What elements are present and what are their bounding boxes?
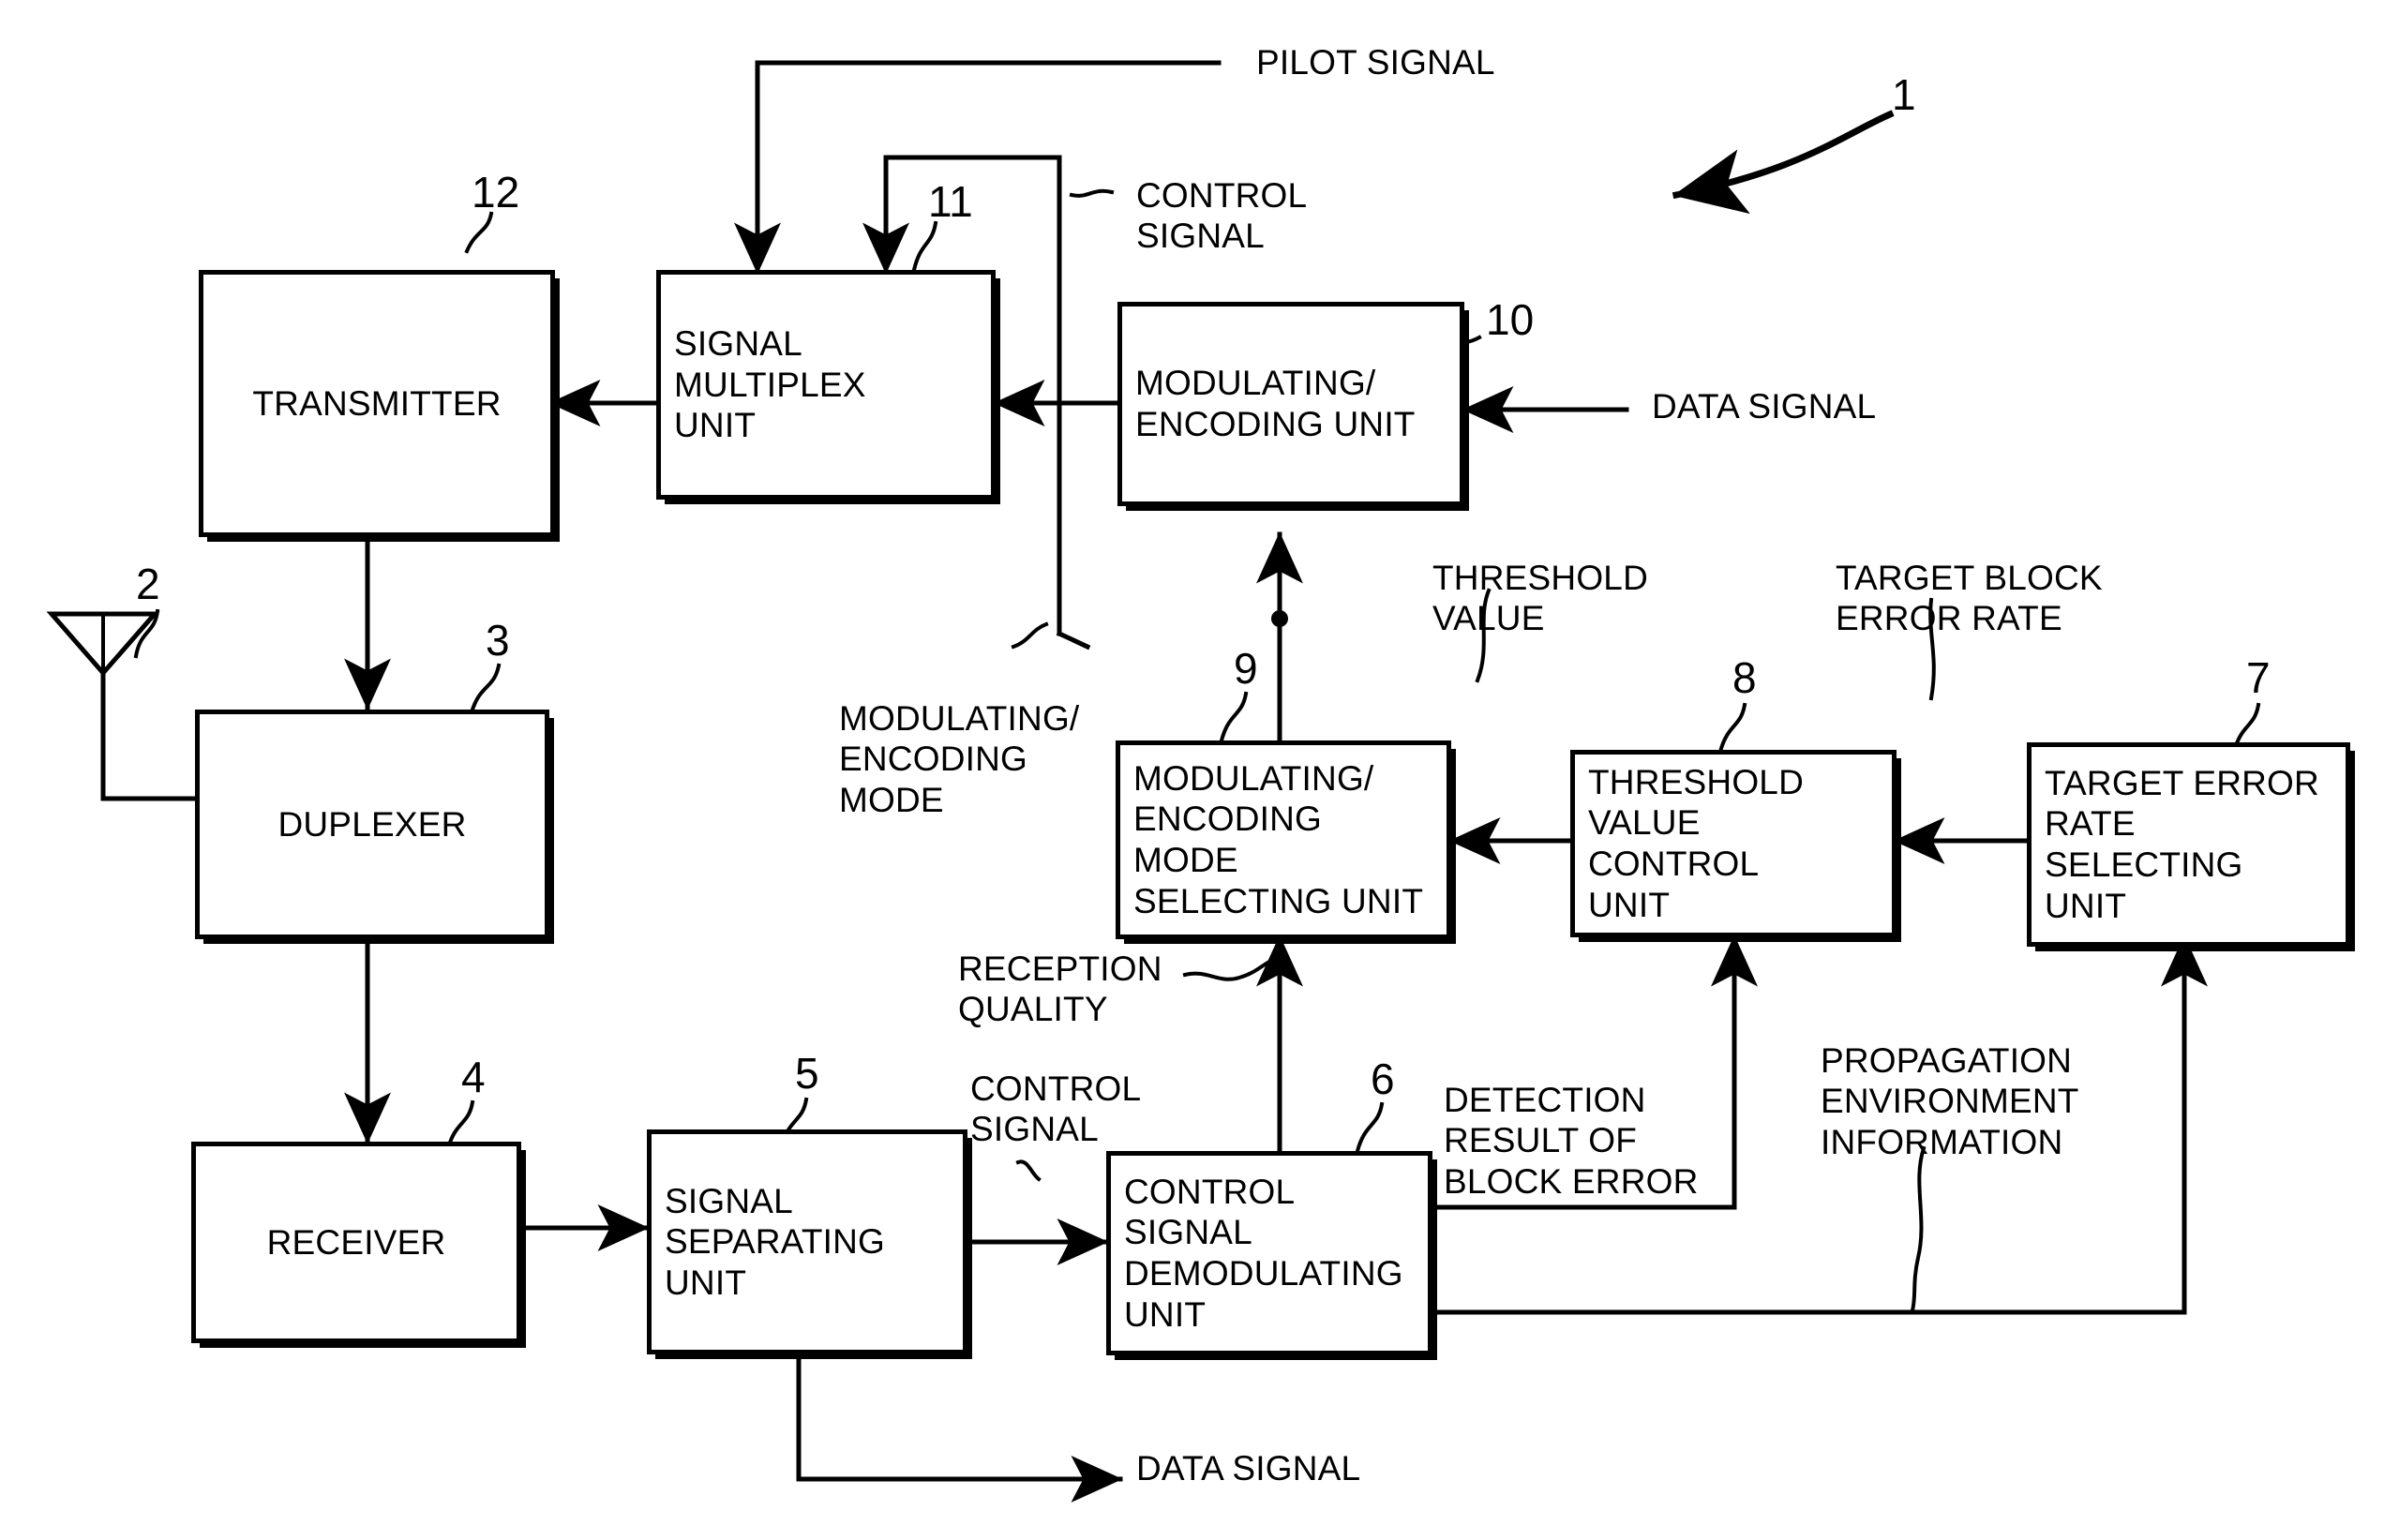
- refnum-6: 6: [1371, 1054, 1395, 1103]
- refnum-8: 8: [1732, 653, 1757, 702]
- block-signal-separating-unit[interactable]: SIGNAL SEPARATING UNIT: [647, 1129, 967, 1354]
- refnum-11: 11: [928, 177, 973, 226]
- junction-dot: [1271, 610, 1288, 627]
- callout-control-signal-mid: [1015, 1159, 1042, 1182]
- label-data-signal-output: DATA SIGNAL: [1136, 1449, 1361, 1488]
- block-duplexer-label: DUPLEXER: [277, 804, 467, 844]
- label-control-signal-top: CONTROL SIGNAL: [1136, 176, 1308, 256]
- leader-12: [464, 211, 494, 254]
- block-threshold-value-control-unit-label: THRESHOLD VALUE CONTROL UNIT: [1588, 762, 1804, 924]
- callout-propagation-env: [1910, 1145, 1927, 1313]
- callout-mod-enc-mode: [1011, 621, 1049, 650]
- refnum-12: 12: [472, 168, 520, 217]
- leader-9: [1219, 691, 1249, 743]
- figure-ref-arrow: [1672, 110, 1895, 215]
- label-modulating-encoding-mode: MODULATING/ ENCODING MODE: [839, 699, 1080, 819]
- block-transmitter[interactable]: TRANSMITTER: [199, 270, 555, 537]
- patent-figure-canvas: TRANSMITTER SIGNAL MULTIPLEX UNIT MODULA…: [0, 0, 2384, 1540]
- block-mode-selecting-unit[interactable]: MODULATING/ ENCODING MODE SELECTING UNIT: [1116, 740, 1451, 939]
- callout-reception-quality: [1182, 957, 1276, 981]
- control-signal-trunk-tail: [1056, 630, 1091, 650]
- block-signal-multiplex-unit[interactable]: SIGNAL MULTIPLEX UNIT: [656, 270, 996, 500]
- label-pilot-signal: PILOT SIGNAL: [1256, 43, 1495, 82]
- data-signal-out-connector: [796, 1354, 1123, 1503]
- refnum-7: 7: [2246, 653, 2271, 702]
- block-modulating-encoding-unit[interactable]: MODULATING/ ENCODING UNIT: [1117, 302, 1464, 506]
- block-signal-multiplex-unit-label: SIGNAL MULTIPLEX UNIT: [674, 324, 866, 445]
- callout-control-signal-top: [1069, 188, 1115, 198]
- refnum-4: 4: [461, 1053, 486, 1101]
- block-target-error-rate-selecting-unit[interactable]: TARGET ERROR RATE SELECTING UNIT: [2027, 742, 2350, 947]
- block-receiver-label: RECEIVER: [266, 1222, 446, 1262]
- label-data-signal-input: DATA SIGNAL: [1652, 387, 1877, 426]
- label-detection-result-of-block-error: DETECTION RESULT OF BLOCK ERROR: [1444, 1081, 1699, 1201]
- refnum-5: 5: [795, 1049, 819, 1098]
- block-duplexer[interactable]: DUPLEXER: [195, 710, 549, 939]
- label-reception-quality: RECEPTION QUALITY: [958, 949, 1162, 1029]
- label-threshold-value: THRESHOLD VALUE: [1432, 559, 1648, 638]
- block-control-signal-demodulating-unit-label: CONTROL SIGNAL DEMODULATING UNIT: [1124, 1172, 1403, 1334]
- refnum-9: 9: [1234, 644, 1258, 693]
- leader-3: [469, 663, 502, 715]
- block-mode-selecting-unit-label: MODULATING/ ENCODING MODE SELECTING UNIT: [1133, 758, 1424, 920]
- block-control-signal-demodulating-unit[interactable]: CONTROL SIGNAL DEMODULATING UNIT: [1106, 1151, 1432, 1355]
- block-modulating-encoding-unit-label: MODULATING/ ENCODING UNIT: [1135, 364, 1416, 443]
- label-propagation-environment-information: PROPAGATION ENVIRONMENT INFORMATION: [1821, 1041, 2079, 1161]
- block-transmitter-label: TRANSMITTER: [252, 383, 502, 423]
- label-control-signal-mid: CONTROL SIGNAL: [970, 1069, 1142, 1149]
- block-target-error-rate-selecting-unit-label: TARGET ERROR RATE SELECTING UNIT: [2045, 763, 2319, 925]
- label-target-block-error-rate: TARGET BLOCK ERROR RATE: [1836, 559, 2103, 638]
- leader-11: [911, 220, 938, 273]
- block-receiver[interactable]: RECEIVER: [191, 1142, 521, 1343]
- block-signal-separating-unit-label: SIGNAL SEPARATING UNIT: [665, 1181, 886, 1302]
- block-threshold-value-control-unit[interactable]: THRESHOLD VALUE CONTROL UNIT: [1570, 750, 1897, 937]
- refnum-3: 3: [486, 616, 510, 665]
- leader-6: [1355, 1101, 1385, 1154]
- refnum-figure-1: 1: [1892, 70, 1916, 119]
- refnum-10: 10: [1486, 295, 1535, 344]
- leader-8: [1717, 702, 1747, 755]
- refnum-2: 2: [136, 560, 160, 608]
